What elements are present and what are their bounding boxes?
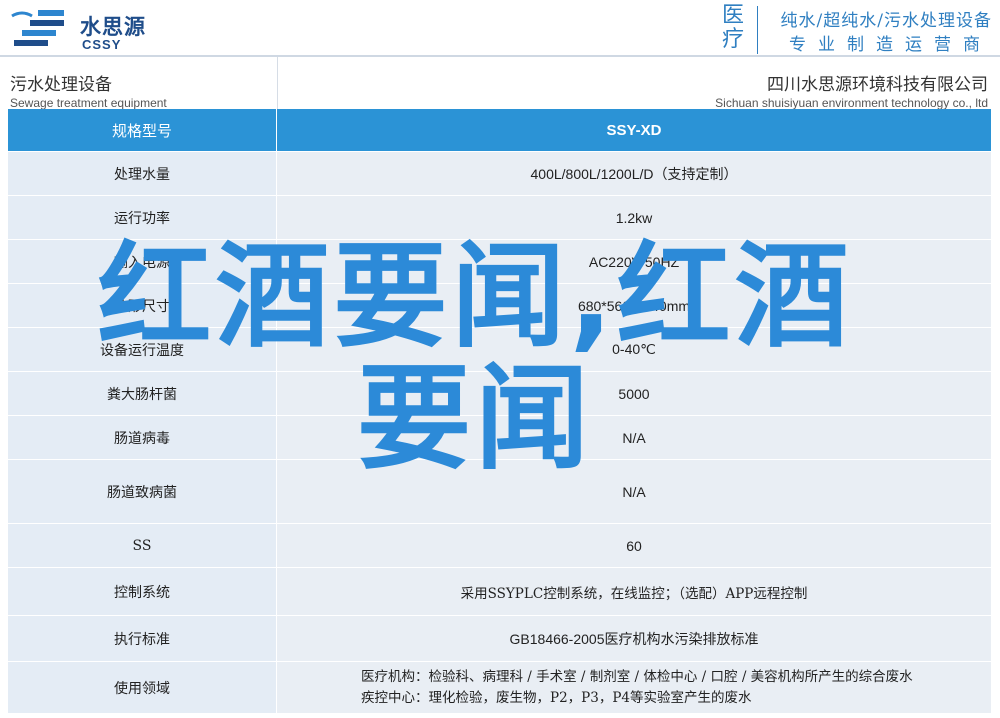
spec-value: SSY-XD	[276, 109, 992, 152]
header-separator	[277, 57, 278, 109]
spec-key: 设备运行温度	[8, 327, 277, 372]
spec-value-line: 疾控中心：理化检验，废生物，P2，P3，P4等实验室产生的废水	[361, 689, 752, 706]
table-row: 运行功率 1.2kw	[8, 195, 992, 240]
company-logo: 水思源 CSSY	[8, 4, 148, 52]
slogan-line-2: 专业制造运营商	[789, 35, 992, 55]
table-row: 粪大肠杆菌 5000	[8, 371, 992, 416]
spec-value: AC220V/50HZ	[276, 239, 992, 284]
spec-key: 处理水量	[8, 151, 277, 196]
slogan-divider	[757, 6, 758, 54]
spec-key: 运行功率	[8, 195, 277, 240]
spec-value-line: 医疗机构：检验科、病理科 / 手术室 / 制剂室 / 体检中心 / 口腔 / 美…	[361, 668, 913, 685]
spec-table: 规格型号 SSY-XD 处理水量 400L/800L/1200L/D（支持定制）…	[8, 109, 992, 714]
spec-key: 输入电源	[8, 239, 277, 284]
spec-key: 控制系统	[8, 567, 277, 616]
table-row: 外形尺寸 680*560*1440mm	[8, 283, 992, 328]
spec-key: 执行标准	[8, 615, 277, 662]
table-row: 控制系统 采用SSYPLC控制系统，在线监控；（选配）APP远程控制	[8, 567, 992, 616]
water-wave-logo-icon	[11, 10, 64, 46]
company-name-en: Sichuan shuisiyuan environment technolog…	[715, 96, 988, 110]
spec-key: SS	[8, 523, 277, 568]
spec-value: 医疗机构：检验科、病理科 / 手术室 / 制剂室 / 体检中心 / 口腔 / 美…	[276, 661, 992, 714]
spec-key: 使用领域	[8, 661, 277, 714]
slogan-line-1: 纯水/超纯水/污水处理设备	[780, 11, 992, 31]
spec-key: 粪大肠杆菌	[8, 371, 277, 416]
spec-value: 采用SSYPLC控制系统，在线监控；（选配）APP远程控制	[276, 567, 992, 616]
spec-value: 400L/800L/1200L/D（支持定制）	[276, 151, 992, 196]
spec-value: N/A	[276, 415, 992, 460]
spec-value: 60	[276, 523, 992, 568]
spec-value: 1.2kw	[276, 195, 992, 240]
table-row: 设备运行温度 0-40℃	[8, 327, 992, 372]
spec-key: 肠道病毒	[8, 415, 277, 460]
spec-value: GB18466-2005医疗机构水污染排放标准	[276, 615, 992, 662]
spec-value: 5000	[276, 371, 992, 416]
spec-value: 0-40℃	[276, 327, 992, 372]
slogan: 医疗 纯水/超纯水/污水处理设备 专业制造运营商	[716, 3, 996, 56]
company-name-cn: 四川水思源环境科技有限公司	[767, 75, 988, 95]
company-name: 四川水思源环境科技有限公司 Sichuan shuisiyuan environ…	[715, 70, 988, 110]
table-row: 处理水量 400L/800L/1200L/D（支持定制）	[8, 151, 992, 196]
table-row: 执行标准 GB18466-2005医疗机构水污染排放标准	[8, 615, 992, 662]
table-row: 使用领域 医疗机构：检验科、病理科 / 手术室 / 制剂室 / 体检中心 / 口…	[8, 661, 992, 714]
product-category: 污水处理设备 Sewage treatment equipment	[10, 70, 167, 110]
spec-value: N/A	[276, 459, 992, 524]
table-row: 肠道病毒 N/A	[8, 415, 992, 460]
spec-key: 肠道致病菌	[8, 459, 277, 524]
brand-name-en: CSSY	[82, 37, 122, 52]
table-row: 输入电源 AC220V/50HZ	[8, 239, 992, 284]
banner-divider	[0, 55, 1000, 57]
spec-key: 规格型号	[8, 109, 277, 152]
table-row: 肠道致病菌 N/A	[8, 459, 992, 524]
product-category-cn: 污水处理设备	[10, 75, 112, 95]
spec-key: 外形尺寸	[8, 283, 277, 328]
slogan-big-text: 医疗	[722, 3, 745, 52]
table-row: SS 60	[8, 523, 992, 568]
spec-value: 680*560*1440mm	[276, 283, 992, 328]
product-category-en: Sewage treatment equipment	[10, 96, 167, 110]
table-header-row: 规格型号 SSY-XD	[8, 109, 992, 152]
